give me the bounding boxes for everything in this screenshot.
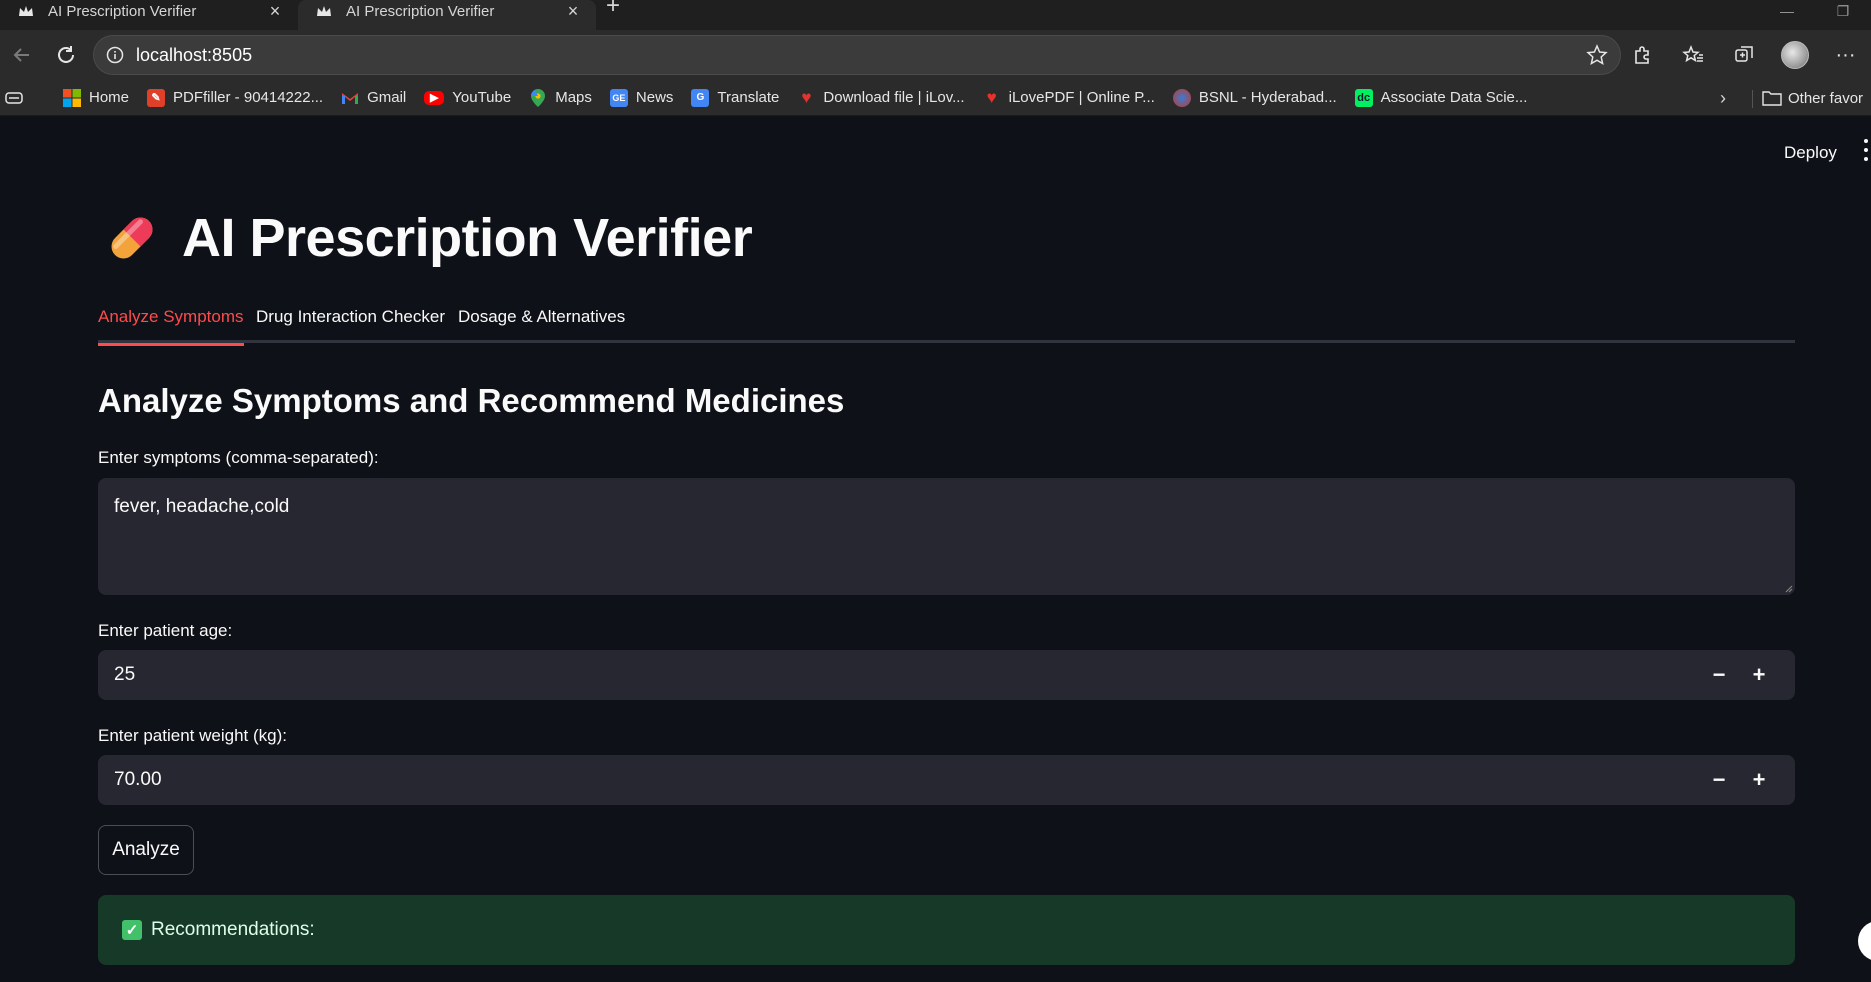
bookmark-gmail[interactable]: Gmail <box>332 84 415 112</box>
age-number-input[interactable]: 25 − + <box>98 650 1795 700</box>
bookmarks-divider <box>1752 90 1753 108</box>
tab-dosage-alternatives[interactable]: Dosage & Alternatives <box>458 303 625 343</box>
streamlit-crown-icon <box>18 3 34 19</box>
ilovepdf-heart-icon: ♥ <box>986 87 997 107</box>
ilovepdf-heart-icon: ♥ <box>801 87 812 107</box>
age-increment-button[interactable]: + <box>1739 650 1779 700</box>
age-value[interactable]: 25 <box>114 664 1699 686</box>
other-favorites[interactable]: Other favor <box>1762 84 1863 112</box>
news-icon: GE <box>609 88 628 107</box>
main-menu-icon[interactable] <box>1862 139 1870 161</box>
datacamp-icon: dc <box>1354 88 1373 107</box>
bookmark-ilovepdf[interactable]: ♥ iLovePDF | Online P... <box>974 84 1164 112</box>
bookmarks-bar: Home ✎ PDFfiller - 90414222... Gmail ▶ Y… <box>0 80 1871 116</box>
other-favorites-label: Other favor <box>1788 89 1864 107</box>
section-title: Analyze Symptoms and Recommend Medicines <box>98 382 845 419</box>
bookmark-bsnl[interactable]: BSNL - Hyderabad... <box>1164 84 1346 112</box>
tab-drug-interaction-checker[interactable]: Drug Interaction Checker <box>256 303 445 343</box>
bookmark-translate[interactable]: G Translate <box>682 84 788 112</box>
bookmark-home[interactable]: Home <box>54 84 138 112</box>
bookmark-label: Associate Data Scie... <box>1380 89 1528 106</box>
youtube-icon: ▶ <box>424 90 445 105</box>
star-icon[interactable] <box>1586 44 1608 66</box>
new-tab-button[interactable]: + <box>596 0 630 19</box>
age-decrement-button[interactable]: − <box>1699 650 1739 700</box>
weight-decrement-button[interactable]: − <box>1699 755 1739 805</box>
page-title: AI Prescription Verifier <box>102 207 753 269</box>
close-icon[interactable]: × <box>266 1 284 21</box>
browser-tabbar: AI Prescription Verifier × AI Prescripti… <box>0 0 1871 30</box>
bookmark-label: iLovePDF | Online P... <box>1008 89 1155 106</box>
weight-number-input[interactable]: 70.00 − + <box>98 755 1795 805</box>
tab-bar: Analyze Symptoms Drug Interaction Checke… <box>98 303 1795 346</box>
maps-pin-icon <box>529 88 547 107</box>
restore-icon[interactable]: ❐ <box>1815 0 1871 22</box>
symptoms-label: Enter symptoms (comma-separated): <box>98 448 379 467</box>
streamlit-crown-icon <box>316 3 332 19</box>
floating-status-widget[interactable] <box>1858 921 1871 961</box>
extensions-icon[interactable] <box>1616 35 1667 75</box>
pdffiller-icon: ✎ <box>147 88 166 107</box>
resize-handle-icon[interactable] <box>1783 583 1793 593</box>
bookmark-label: Home <box>89 89 130 106</box>
browser-tab[interactable]: AI Prescription Verifier × <box>0 0 298 30</box>
profile-avatar[interactable] <box>1769 35 1820 75</box>
recommendations-alert: ✓ Recommendations: <box>98 895 1795 965</box>
deploy-button[interactable]: Deploy <box>1784 143 1837 163</box>
age-label: Enter patient age: <box>98 621 233 640</box>
reload-icon <box>58 46 74 63</box>
browser-tab-active[interactable]: AI Prescription Verifier × <box>298 0 596 30</box>
info-icon[interactable] <box>106 46 124 64</box>
collections-icon[interactable] <box>1718 35 1769 75</box>
browser-toolbar: ··· <box>1616 35 1871 75</box>
weight-label: Enter patient weight (kg): <box>98 726 287 745</box>
reload-button[interactable] <box>46 35 86 75</box>
url-bar[interactable]: localhost:8505 <box>93 35 1621 75</box>
minimize-icon[interactable]: — <box>1759 0 1815 22</box>
back-arrow-icon <box>13 48 29 62</box>
streamlit-app: Deploy AI Prescription Verifier Analyze … <box>0 117 1871 982</box>
bsnl-icon <box>1172 88 1191 107</box>
address-bar-row: localhost:8505 ··· <box>0 30 1871 80</box>
window-controls: — ❐ <box>1759 0 1871 22</box>
pill-icon <box>111 217 153 259</box>
reading-view-icon[interactable] <box>0 84 30 112</box>
gmail-icon <box>341 89 359 107</box>
bookmark-label: News <box>635 89 674 106</box>
tab-analyze-symptoms[interactable]: Analyze Symptoms <box>98 303 244 346</box>
bookmark-label: PDFfiller - 90414222... <box>173 89 324 106</box>
browser-tab-title: AI Prescription Verifier <box>48 2 197 20</box>
close-icon[interactable]: × <box>564 1 582 21</box>
bookmark-label: Gmail <box>367 89 407 106</box>
symptoms-value: fever, headache,cold <box>114 496 290 517</box>
windows-logo-icon <box>63 88 81 107</box>
analyze-button[interactable]: Analyze <box>98 825 194 875</box>
symptoms-textarea[interactable]: fever, headache,cold <box>98 478 1795 595</box>
more-menu-icon[interactable]: ··· <box>1820 35 1871 75</box>
chevron-right-icon[interactable]: › <box>1708 84 1738 112</box>
browser-tab-title: AI Prescription Verifier <box>346 2 495 20</box>
check-mark-icon: ✓ <box>122 920 142 940</box>
weight-value[interactable]: 70.00 <box>114 769 1699 791</box>
url-text[interactable]: localhost:8505 <box>136 45 1586 66</box>
bookmark-label: BSNL - Hyderabad... <box>1198 89 1337 106</box>
bookmark-datacamp[interactable]: dc Associate Data Scie... <box>1346 84 1537 112</box>
bookmark-youtube[interactable]: ▶ YouTube <box>415 84 520 112</box>
back-button[interactable] <box>2 35 42 75</box>
bookmark-ilovepdf-download[interactable]: ♥ Download file | iLov... <box>788 84 973 112</box>
bookmark-label: Translate <box>717 89 780 106</box>
bookmark-label: Download file | iLov... <box>823 89 965 106</box>
app-title-text: AI Prescription Verifier <box>182 208 753 268</box>
weight-increment-button[interactable]: + <box>1739 755 1779 805</box>
bookmark-news[interactable]: GE News <box>601 84 683 112</box>
folder-icon <box>1762 91 1782 106</box>
bookmark-label: Maps <box>555 89 592 106</box>
bookmark-label: YouTube <box>452 89 512 106</box>
bookmark-pdffiller[interactable]: ✎ PDFfiller - 90414222... <box>138 84 332 112</box>
favorites-icon[interactable] <box>1667 35 1718 75</box>
translate-icon: G <box>691 88 710 107</box>
recommendations-label: Recommendations: <box>151 919 315 940</box>
bookmark-maps[interactable]: Maps <box>520 84 601 112</box>
